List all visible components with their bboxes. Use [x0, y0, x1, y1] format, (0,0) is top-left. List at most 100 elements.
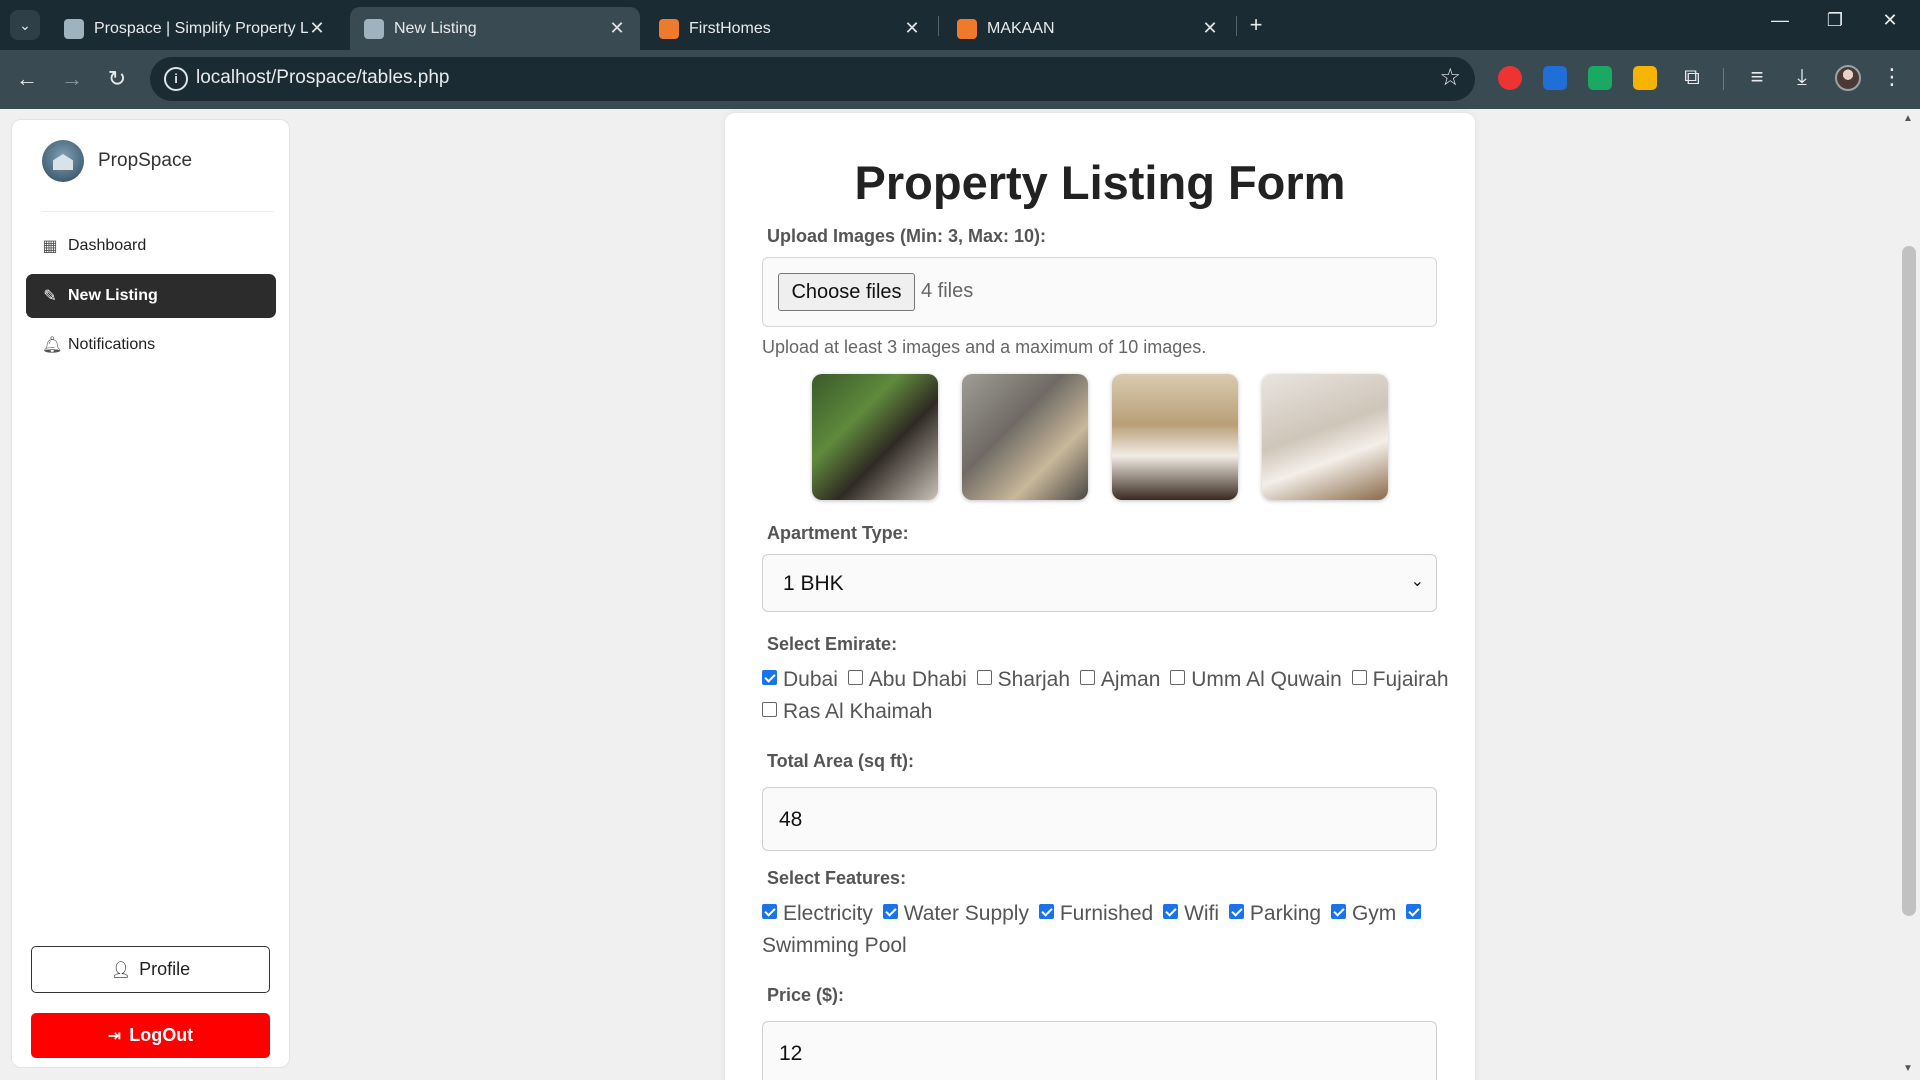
- chevron-down-icon: ⌄: [19, 16, 31, 33]
- checkbox-label: Parking: [1249, 902, 1322, 925]
- logout-button[interactable]: ⇥ LogOut: [31, 1013, 270, 1058]
- checkbox-label: Abu Dhabi: [868, 668, 967, 691]
- restore-icon[interactable]: ❐: [1815, 10, 1855, 31]
- pencil-icon: ✎: [43, 288, 57, 305]
- checkbox-label: Water Supply: [903, 902, 1029, 925]
- checkbox-water-supply[interactable]: [882, 904, 898, 919]
- checkbox-label: Wifi: [1184, 902, 1220, 925]
- browser-toolbar: ← → ↻ i localhost/Prospace/tables.php ☆ …: [0, 50, 1920, 109]
- sidebar-item-label: Dashboard: [68, 237, 147, 254]
- image-preview-balcony: [812, 374, 938, 500]
- checkbox-umm-al-quwain[interactable]: [1170, 670, 1186, 685]
- choose-files-button[interactable]: Choose files: [778, 273, 915, 311]
- site-info-icon[interactable]: i: [164, 67, 188, 91]
- features-checkbox-group-row2: Swimming Pool: [762, 934, 911, 958]
- profile-button[interactable]: 👤︎ Profile: [31, 946, 270, 993]
- browser-tab-firsthomes[interactable]: FirstHomes ✕: [645, 7, 935, 50]
- tab-search-button[interactable]: ⌄: [10, 10, 40, 40]
- extensions-puzzle-icon[interactable]: ⧉: [1677, 64, 1707, 90]
- page-title: Property Listing Form: [854, 156, 1346, 209]
- file-upload-input[interactable]: Choose files 4 files: [762, 257, 1437, 327]
- tab-divider: [1236, 16, 1237, 36]
- price-value: 12: [779, 1042, 803, 1065]
- close-tab-icon[interactable]: ✕: [903, 18, 921, 39]
- checkbox-electricity[interactable]: [762, 904, 777, 919]
- browser-tab-prospace[interactable]: Prospace | Simplify Property Lis ✕: [50, 7, 340, 50]
- extension-yellow-icon[interactable]: [1633, 66, 1657, 90]
- checkbox-sharjah[interactable]: [976, 670, 992, 685]
- brand[interactable]: PropSpace: [42, 140, 192, 182]
- select-emirate-label: Select Emirate:: [767, 634, 898, 654]
- image-preview-bedroom: [1112, 374, 1238, 500]
- checkbox-fujairah[interactable]: [1351, 670, 1367, 685]
- browser-tab-new-listing[interactable]: New Listing ✕: [350, 7, 640, 50]
- checkbox-label: Ras Al Khaimah: [783, 700, 933, 723]
- chevron-down-icon: ⌄: [1410, 573, 1424, 590]
- sidebar-item-new-listing[interactable]: ✎ New Listing: [26, 274, 276, 318]
- download-icon[interactable]: ⤓: [1787, 64, 1817, 90]
- media-controls-icon[interactable]: ≡: [1742, 64, 1772, 90]
- checkbox-label: Sharjah: [997, 668, 1071, 691]
- browser-tab-strip: ⌄ Prospace | Simplify Property Lis ✕ New…: [0, 0, 1920, 50]
- browser-menu-icon[interactable]: ⋮: [1877, 64, 1907, 90]
- browser-profile-avatar[interactable]: [1835, 65, 1861, 91]
- features-checkbox-group: Electricity Water Supply Furnished Wifi …: [762, 902, 1427, 926]
- sidebar-item-dashboard[interactable]: ▦ Dashboard: [26, 224, 276, 268]
- close-tab-icon[interactable]: ✕: [608, 18, 626, 39]
- image-preview-bathroom: [962, 374, 1088, 500]
- logout-icon: ⇥: [107, 1027, 122, 1045]
- tab-title: Prospace | Simplify Property Lis: [94, 19, 308, 37]
- checkbox-abu-dhabi[interactable]: [847, 670, 863, 685]
- back-arrow-icon[interactable]: ←: [12, 64, 42, 94]
- url-text[interactable]: localhost/Prospace/tables.php: [196, 67, 450, 89]
- apartment-type-value: 1 BHK: [783, 572, 844, 595]
- checkbox-ras-al-khaimah[interactable]: [762, 702, 777, 717]
- checkbox-ajman[interactable]: [1079, 670, 1095, 685]
- checkbox-label: Electricity: [783, 902, 873, 925]
- price-input[interactable]: 12: [762, 1021, 1437, 1080]
- scroll-down-arrow-icon[interactable]: ▼: [1903, 1063, 1913, 1074]
- minimize-icon[interactable]: —: [1760, 10, 1800, 31]
- upload-help-text: Upload at least 3 images and a maximum o…: [762, 337, 1207, 357]
- reload-icon[interactable]: ↻: [102, 64, 132, 94]
- divider: [42, 211, 274, 212]
- checkbox-label: Furnished: [1059, 902, 1154, 925]
- page-content: PropSpace ▦ Dashboard ✎ New Listing 🔔︎ N…: [0, 109, 1920, 1080]
- forward-arrow-icon[interactable]: →: [57, 64, 87, 94]
- bookmark-star-icon[interactable]: ☆: [1439, 63, 1461, 92]
- checkbox-label: Ajman: [1100, 668, 1161, 691]
- address-bar[interactable]: i localhost/Prospace/tables.php ☆: [150, 57, 1475, 101]
- tab-title: FirstHomes: [689, 19, 771, 37]
- checkbox-dubai[interactable]: [762, 670, 777, 685]
- close-window-icon[interactable]: ✕: [1870, 10, 1910, 31]
- browser-tab-makaan[interactable]: MAKAAN ✕: [943, 7, 1233, 50]
- checkbox-label: Swimming Pool: [762, 934, 907, 957]
- scrollbar-thumb[interactable]: [1902, 246, 1916, 916]
- select-features-label: Select Features:: [767, 868, 907, 888]
- checkbox-gym[interactable]: [1330, 904, 1346, 919]
- checkbox-wifi[interactable]: [1163, 904, 1179, 919]
- sidebar-item-label: Notifications: [68, 336, 156, 353]
- new-tab-plus-icon[interactable]: +: [1242, 12, 1270, 40]
- tab-title: MAKAAN: [987, 19, 1055, 37]
- total-area-input[interactable]: 48: [762, 787, 1437, 851]
- emirate-checkbox-group: Dubai Abu Dhabi Sharjah Ajman Umm Al Quw…: [762, 668, 1453, 692]
- extension-red-icon[interactable]: [1498, 66, 1522, 90]
- logout-button-label: LogOut: [129, 1025, 194, 1045]
- extension-blue-icon[interactable]: [1543, 66, 1567, 90]
- image-preview-living-room: [1262, 374, 1388, 500]
- checkbox-label: Gym: [1351, 902, 1397, 925]
- sidebar-item-notifications[interactable]: 🔔︎ Notifications: [26, 323, 276, 367]
- checkbox-label: Dubai: [783, 668, 838, 691]
- extension-green-mail-icon[interactable]: [1588, 66, 1612, 90]
- close-tab-icon[interactable]: ✕: [308, 18, 326, 39]
- apartment-type-select[interactable]: 1 BHK ⌄: [762, 554, 1437, 612]
- prospace-favicon-icon: [364, 18, 384, 39]
- checkbox-parking[interactable]: [1228, 904, 1244, 919]
- scroll-up-arrow-icon[interactable]: ▲: [1903, 113, 1913, 124]
- page-scrollbar[interactable]: ▲ ▼: [1898, 109, 1920, 1080]
- property-listing-form: Property Listing Form Upload Images (Min…: [725, 113, 1475, 1080]
- checkbox-swimming-pool[interactable]: [1406, 904, 1422, 919]
- checkbox-furnished[interactable]: [1038, 904, 1054, 919]
- close-tab-icon[interactable]: ✕: [1201, 18, 1219, 39]
